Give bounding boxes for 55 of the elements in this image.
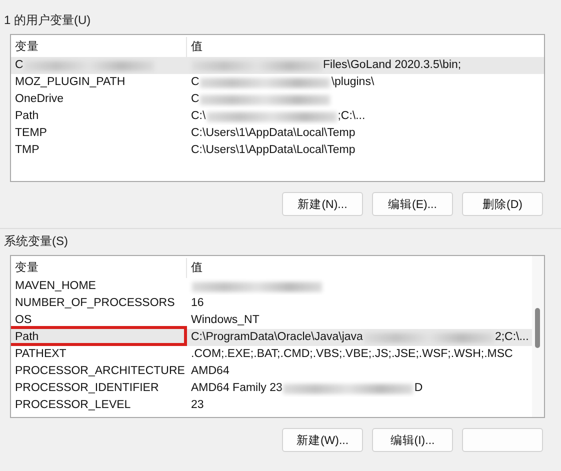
dialog-button[interactable]: 编辑(E)... bbox=[372, 192, 453, 216]
variable-row[interactable]: PROCESSOR_LEVEL 23 bbox=[11, 397, 532, 414]
dialog-button[interactable]: 编辑(I)... bbox=[372, 428, 453, 452]
column-header: 变量 bbox=[14, 260, 40, 276]
variable-value: AMD64 Family 23 bbox=[191, 381, 282, 396]
variable-name: PROCESSOR_ARCHITECTURE bbox=[15, 364, 185, 379]
section-title: 1 的用户变量(U) bbox=[3, 12, 92, 29]
section-title: 系统变量(S) bbox=[3, 233, 69, 250]
variable-row[interactable]: PROCESSOR_IDENTIFIER AMD64 Family 23 D bbox=[11, 380, 532, 397]
variable-row[interactable]: Path C:\ProgramData\Oracle\Java\java 2;C:\... bbox=[11, 329, 532, 346]
dialog-button[interactable]: 新建(W)... bbox=[282, 428, 363, 452]
dialog-button[interactable]: 新建(N)... bbox=[282, 192, 363, 216]
variable-name: Path bbox=[15, 109, 39, 124]
variable-value: C bbox=[191, 75, 200, 90]
variable-row[interactable]: NUMBER_OF_PROCESSORS 16 bbox=[11, 295, 532, 312]
variable-row[interactable]: PATHEXT .COM;.EXE;.BAT;.CMD;.VBS;.VBE;.JS;.JSE;.WSF;.WSH;.MSC bbox=[11, 346, 532, 363]
variable-value: ;C:\... bbox=[338, 109, 366, 124]
variable-value: .COM;.EXE;.BAT;.CMD;.VBS;.VBE;.JS;.JSE;.WSF;.WSH;.MSC bbox=[191, 347, 513, 362]
column-header: 变量 bbox=[14, 39, 40, 55]
variable-value: 23 bbox=[191, 398, 204, 413]
variable-value: \plugins\ bbox=[331, 75, 374, 90]
variable-value: C:\Users\1\AppData\Local\Temp bbox=[191, 126, 356, 141]
variable-row[interactable]: OneDrive C bbox=[11, 91, 544, 108]
variable-value: AMD64 bbox=[191, 364, 230, 379]
variable-row[interactable]: MAVEN_HOME bbox=[11, 278, 532, 295]
scrollbar[interactable] bbox=[532, 256, 544, 417]
variable-name: PROCESSOR_IDENTIFIER bbox=[15, 381, 159, 396]
dialog-button[interactable]: 删除(D) bbox=[462, 192, 543, 216]
variable-row[interactable]: C Files\GoLand 2020.3.5\bin; bbox=[11, 57, 544, 74]
variable-value: C bbox=[191, 92, 200, 107]
variable-value: C:\ bbox=[191, 109, 206, 124]
variable-row[interactable]: MOZ_PLUGIN_PATH C \plugins\ bbox=[11, 74, 544, 91]
variable-value: 2;C:\... bbox=[494, 330, 529, 345]
variable-name: PROCESSOR_LEVEL bbox=[15, 398, 131, 413]
variable-value: Windows_NT bbox=[191, 313, 260, 328]
variable-name: C bbox=[15, 58, 24, 73]
variable-row[interactable]: OS Windows_NT bbox=[11, 312, 532, 329]
variable-name: Path bbox=[15, 330, 39, 345]
variable-name: MOZ_PLUGIN_PATH bbox=[15, 75, 126, 90]
variable-value: C:\Users\1\AppData\Local\Temp bbox=[191, 143, 356, 158]
variable-row[interactable]: Path C:\ ;C:\... bbox=[11, 108, 544, 125]
variable-name: OneDrive bbox=[15, 92, 64, 107]
variable-name: OS bbox=[15, 313, 32, 328]
variable-row[interactable]: TMP C:\Users\1\AppData\Local\Temp bbox=[11, 142, 544, 159]
variable-name: PATHEXT bbox=[15, 347, 66, 362]
variable-name: TEMP bbox=[15, 126, 47, 141]
variable-name: MAVEN_HOME bbox=[15, 279, 96, 294]
variable-row[interactable]: TEMP C:\Users\1\AppData\Local\Temp bbox=[11, 125, 544, 142]
variable-value: 16 bbox=[191, 296, 204, 311]
variable-value: D bbox=[414, 381, 423, 396]
variable-value: C:\ProgramData\Oracle\Java\java bbox=[191, 330, 363, 345]
variable-value: Files\GoLand 2020.3.5\bin; bbox=[323, 58, 462, 73]
variable-row[interactable]: PROCESSOR_ARCHITECTURE AMD64 bbox=[11, 363, 532, 380]
variable-name: NUMBER_OF_PROCESSORS bbox=[15, 296, 175, 311]
variable-name: TMP bbox=[15, 143, 40, 158]
